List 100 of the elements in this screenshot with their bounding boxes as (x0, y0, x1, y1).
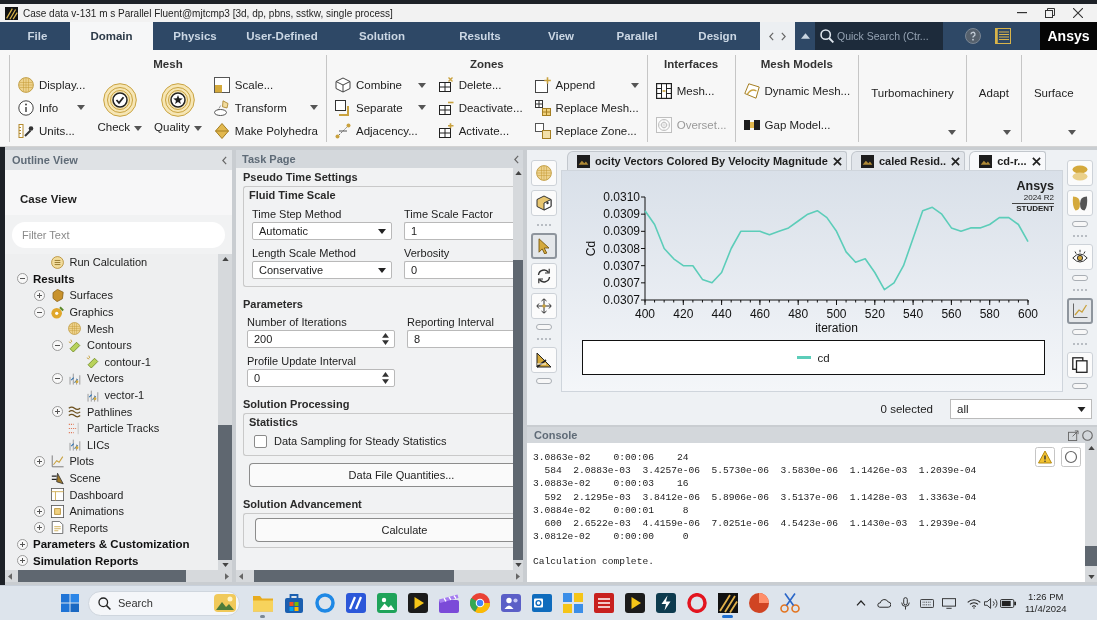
collapse-handle[interactable] (536, 378, 552, 384)
scrollbar[interactable] (236, 570, 523, 582)
keyboard-icon[interactable] (920, 598, 934, 608)
tree-item[interactable]: Plots (50, 454, 94, 468)
ribbon-button[interactable]: Dynamic Mesh... (743, 80, 851, 102)
tree-item[interactable]: Vectors (68, 371, 124, 385)
filter-field[interactable]: Filter Text (12, 222, 225, 248)
scrollbar[interactable] (218, 254, 232, 570)
ribbon-button[interactable]: Scale... (213, 74, 318, 97)
tree-item[interactable]: vector-1 (85, 388, 145, 402)
dropdown[interactable]: Automatic (252, 222, 392, 240)
lines-tile-icon[interactable] (593, 593, 614, 613)
menu-tab[interactable]: File (5, 22, 70, 50)
pop-out-icon[interactable] (1068, 429, 1079, 441)
menu-tab[interactable]: Physics (153, 22, 237, 50)
tree-item[interactable]: Parameters & Customization (33, 538, 190, 551)
circle-tile-icon[interactable] (531, 593, 552, 613)
start-icon[interactable] (61, 594, 79, 612)
visibility-button[interactable] (1067, 244, 1093, 270)
scrollbar-thumb[interactable] (254, 570, 454, 582)
tree-item[interactable]: Surfaces (50, 289, 113, 302)
play-tile-icon[interactable] (407, 593, 428, 613)
minimize-icon[interactable] (1017, 12, 1027, 14)
text-field[interactable]: 1 (404, 222, 513, 240)
tree-item[interactable]: Mesh (68, 322, 114, 336)
ribbon-button[interactable]: Check (97, 74, 143, 133)
scrollbar-thumb[interactable] (18, 570, 186, 582)
chevron-up-icon[interactable] (856, 600, 866, 606)
tree-toggle[interactable] (51, 406, 63, 418)
dropdown[interactable]: Conservative (252, 261, 392, 279)
text-field[interactable]: 0 (404, 261, 513, 279)
ribbon-button[interactable]: Make Polyhedra (213, 119, 318, 142)
ring-icon[interactable] (686, 593, 707, 613)
collapse-handle[interactable] (1072, 221, 1088, 227)
menu-tab[interactable]: Parallel (599, 22, 675, 50)
pie-icon[interactable] (748, 593, 769, 613)
bag-icon[interactable] (283, 593, 304, 613)
tree-item[interactable]: Dashboard (50, 488, 124, 502)
ribbon-button[interactable]: Mesh... (655, 80, 727, 102)
tree-item[interactable]: Particle Tracks (68, 421, 160, 435)
graphics-tab[interactable]: ocity Vectors Colored By Velocity Magnitude (567, 151, 847, 170)
tree-item[interactable]: Reports (50, 521, 109, 535)
clapperboard-icon[interactable] (438, 593, 459, 613)
speaker-icon[interactable] (983, 597, 998, 609)
tree-toggle[interactable] (16, 538, 28, 550)
collapse-handle[interactable] (536, 324, 552, 330)
number-field[interactable]: 200 (247, 330, 395, 348)
number-field[interactable]: 0 (247, 369, 395, 387)
shapes-button[interactable] (1067, 190, 1093, 216)
menu-tab[interactable]: Design (675, 22, 760, 50)
graphics-tab[interactable]: caled Resid.. (850, 151, 966, 170)
stripes-tile-icon[interactable] (717, 593, 738, 613)
tree-item[interactable]: Simulation Reports (33, 555, 139, 567)
ribbon-button[interactable]: Gap Model... (743, 114, 851, 136)
caret-up-icon[interactable] (800, 33, 810, 39)
tree-item[interactable]: Pathlines (68, 405, 133, 419)
tree-item[interactable]: Animations (50, 504, 124, 518)
squares-tile-icon[interactable] (562, 593, 583, 613)
ribbon-button[interactable]: Combine (334, 74, 426, 97)
plot-button[interactable] (1067, 298, 1093, 324)
scrollbar-thumb[interactable] (218, 425, 232, 560)
tree-toggle[interactable] (34, 522, 45, 534)
collapse-handle[interactable] (1072, 275, 1088, 281)
tree-item[interactable]: Graphics (50, 305, 114, 319)
tree-item[interactable]: Results (33, 272, 75, 285)
ribbon-button[interactable]: Activate... (437, 119, 523, 142)
list-icon[interactable] (995, 28, 1011, 44)
close-icon[interactable] (832, 156, 842, 166)
ribbon-button[interactable]: Replace Zone... (534, 119, 639, 142)
tree-toggle[interactable] (16, 273, 28, 285)
menu-tab[interactable]: Domain (70, 22, 153, 50)
pan-button[interactable] (531, 293, 557, 319)
cloud-icon[interactable] (875, 598, 891, 608)
ring-icon[interactable] (314, 593, 335, 613)
menu-tab[interactable]: User-Defined (237, 22, 327, 50)
ribbon-button[interactable]: Units... (18, 119, 86, 142)
close-icon[interactable] (1031, 156, 1041, 166)
chevron-right-icon[interactable] (781, 31, 786, 41)
tree-toggle[interactable] (51, 339, 63, 351)
action-button[interactable]: Calculate (255, 518, 513, 542)
action-button[interactable]: Data File Quantities... (249, 463, 513, 487)
copy-button[interactable] (1067, 352, 1093, 378)
close-icon[interactable] (951, 156, 961, 166)
scissors-icon[interactable] (779, 593, 800, 613)
ribbon-button[interactable]: Transform (213, 97, 318, 119)
help-icon[interactable] (965, 28, 981, 44)
ribbon-dropdown[interactable]: Turbomachinery (859, 55, 966, 142)
checkbox[interactable] (254, 434, 267, 448)
menu-tab[interactable]: View (523, 22, 599, 50)
close-icon[interactable] (1073, 8, 1083, 18)
bolt-tile-icon[interactable] (655, 593, 676, 613)
tree-item[interactable]: Run Calculation (50, 255, 148, 269)
tree-item[interactable]: LICs (68, 438, 110, 452)
restore-icon[interactable] (1045, 8, 1055, 18)
chevron-left-icon[interactable] (222, 155, 227, 165)
collapse-handle[interactable] (1072, 329, 1088, 335)
view-button[interactable] (531, 190, 557, 216)
people-tile-icon[interactable] (500, 593, 521, 613)
wifi-icon[interactable] (966, 597, 981, 609)
chevron-left-icon[interactable] (514, 154, 519, 164)
